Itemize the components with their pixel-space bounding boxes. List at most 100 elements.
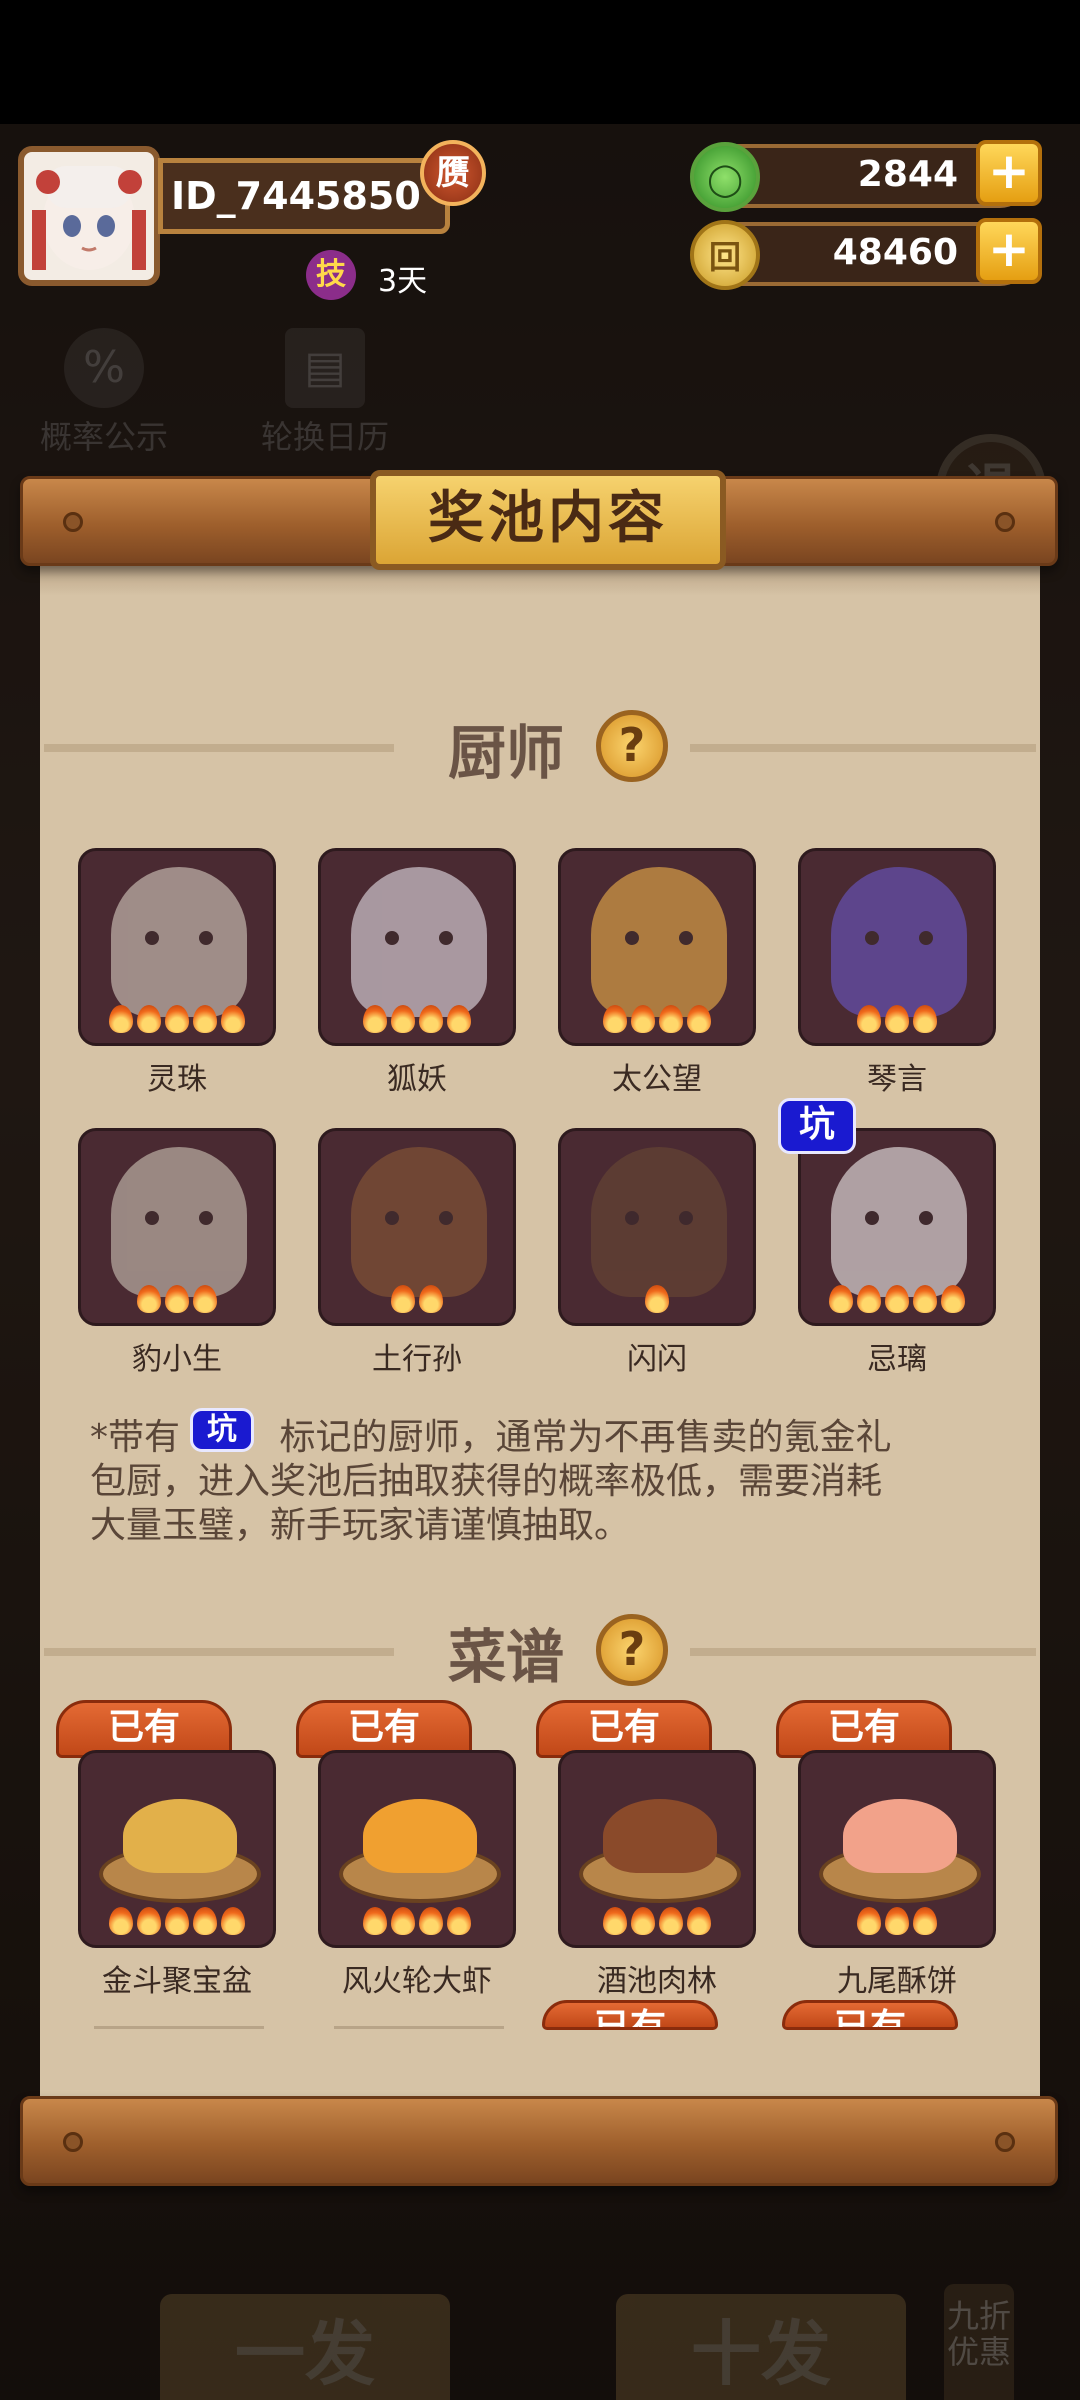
note-line3: 大量玉璧，新手玩家请谨慎抽取。 [90, 1505, 631, 1546]
flame-star-icon [363, 1907, 387, 1935]
gold-value: 48460 [832, 232, 958, 273]
fake-badge[interactable]: 赝 [420, 140, 486, 206]
gold-coin-icon: 回 [690, 220, 760, 290]
flame-star-icon [687, 1005, 711, 1033]
chef-portrait [591, 1147, 727, 1297]
chef-card[interactable] [78, 1128, 276, 1326]
skill-days: 3天 [378, 264, 428, 299]
owned-tag-partial: 已有 [782, 2000, 958, 2030]
chef-name: 琴言 [867, 1062, 927, 1097]
flame-star-icon [913, 1285, 937, 1313]
chef-portrait [831, 867, 967, 1017]
chef-name: 土行孙 [372, 1342, 462, 1377]
flame-star-icon [659, 1005, 683, 1033]
flame-star-icon [137, 1285, 161, 1313]
flame-star-icon [391, 1907, 415, 1935]
star-rating [81, 1285, 273, 1313]
flame-star-icon [165, 1907, 189, 1935]
flame-star-icon [631, 1907, 655, 1935]
chef-portrait [351, 1147, 487, 1297]
dish-image [99, 1783, 261, 1903]
flame-star-icon [193, 1907, 217, 1935]
flame-star-icon [419, 1285, 443, 1313]
flame-star-icon [193, 1005, 217, 1033]
flame-star-icon [137, 1907, 161, 1935]
chef-card[interactable] [798, 848, 996, 1046]
flame-star-icon [913, 1907, 937, 1935]
recipe-card[interactable] [798, 1750, 996, 1948]
modal-title: 奖池内容 [370, 470, 726, 570]
flame-star-icon [645, 1285, 669, 1313]
recipe-name: 九尾酥饼 [837, 1964, 957, 1999]
chef-portrait [111, 1147, 247, 1297]
flame-star-icon [941, 1285, 965, 1313]
gold-resource: 回 48460 + [690, 218, 1042, 290]
star-rating [321, 1005, 513, 1033]
flame-star-icon [829, 1285, 853, 1313]
flame-star-icon [391, 1005, 415, 1033]
note-line2: 包厨，进入奖池后抽取获得的概率极低，需要消耗 [90, 1461, 883, 1502]
flame-star-icon [221, 1005, 245, 1033]
chef-card[interactable] [798, 1128, 996, 1326]
chef-portrait [351, 867, 487, 1017]
chef-card[interactable] [78, 848, 276, 1046]
flame-star-icon [857, 1285, 881, 1313]
recipe-section-title: 菜谱 [448, 1623, 565, 1691]
chef-name: 灵珠 [147, 1062, 207, 1097]
dish-image [339, 1783, 501, 1903]
chef-card[interactable] [558, 848, 756, 1046]
recipe-card[interactable] [78, 1750, 276, 1948]
chef-section-header: 厨师 ? [40, 706, 1040, 787]
chef-name: 闪闪 [627, 1342, 687, 1377]
chef-card[interactable] [318, 1128, 516, 1326]
flame-star-icon [137, 1005, 161, 1033]
star-rating [81, 1005, 273, 1033]
add-jade-button[interactable]: + [976, 140, 1042, 206]
flame-star-icon [221, 1907, 245, 1935]
chef-portrait [591, 867, 727, 1017]
flame-star-icon [109, 1005, 133, 1033]
flame-star-icon [913, 1005, 937, 1033]
jade-resource: ◯ 2844 + [690, 140, 1042, 212]
scroll-bottom-rod [20, 2096, 1058, 2186]
note-line1: 标记的厨师，通常为不再售卖的氪金礼 [268, 1417, 892, 1458]
flame-star-icon [419, 1005, 443, 1033]
prize-pool-panel[interactable]: 厨师 ? 菜谱 ? 灵珠 狐妖 太公望 琴言 豹小生 土行孙 闪闪 忌璃坑 已有 金斗聚宝盆 已有… [40, 560, 1040, 2098]
flame-star-icon [659, 1907, 683, 1935]
chef-section-title: 厨师 [448, 719, 565, 787]
chef-name: 狐妖 [387, 1062, 447, 1097]
skill-icon[interactable]: 技 [306, 250, 356, 300]
flame-star-icon [631, 1005, 655, 1033]
flame-star-icon [363, 1005, 387, 1033]
owned-tag-partial: 已有 [542, 2000, 718, 2030]
flame-star-icon [447, 1907, 471, 1935]
star-rating [321, 1285, 513, 1313]
chef-name: 豹小生 [132, 1342, 222, 1377]
flame-star-icon [857, 1005, 881, 1033]
flame-star-icon [193, 1285, 217, 1313]
chef-name: 太公望 [612, 1062, 702, 1097]
recipe-help-icon[interactable]: ? [596, 1614, 668, 1686]
chef-card[interactable] [558, 1128, 756, 1326]
dish-image [579, 1783, 741, 1903]
flame-star-icon [603, 1005, 627, 1033]
flame-star-icon [687, 1907, 711, 1935]
star-rating [801, 1005, 993, 1033]
player-id: ID_7445850 [158, 158, 450, 234]
jade-value: 2844 [857, 154, 958, 195]
chef-portrait [831, 1147, 967, 1297]
chef-card[interactable] [318, 848, 516, 1046]
pit-badge: 坑 [778, 1098, 856, 1154]
flame-star-icon [885, 1005, 909, 1033]
recipe-card[interactable] [558, 1750, 756, 1948]
flame-star-icon [165, 1285, 189, 1313]
star-rating [561, 1285, 753, 1313]
player-avatar[interactable] [18, 146, 160, 286]
chef-help-icon[interactable]: ? [596, 710, 668, 782]
add-gold-button[interactable]: + [976, 218, 1042, 284]
recipe-card[interactable] [318, 1750, 516, 1948]
recipe-name: 酒池肉林 [597, 1964, 717, 1999]
flame-star-icon [165, 1005, 189, 1033]
flame-star-icon [391, 1285, 415, 1313]
chef-name: 忌璃 [867, 1342, 927, 1377]
